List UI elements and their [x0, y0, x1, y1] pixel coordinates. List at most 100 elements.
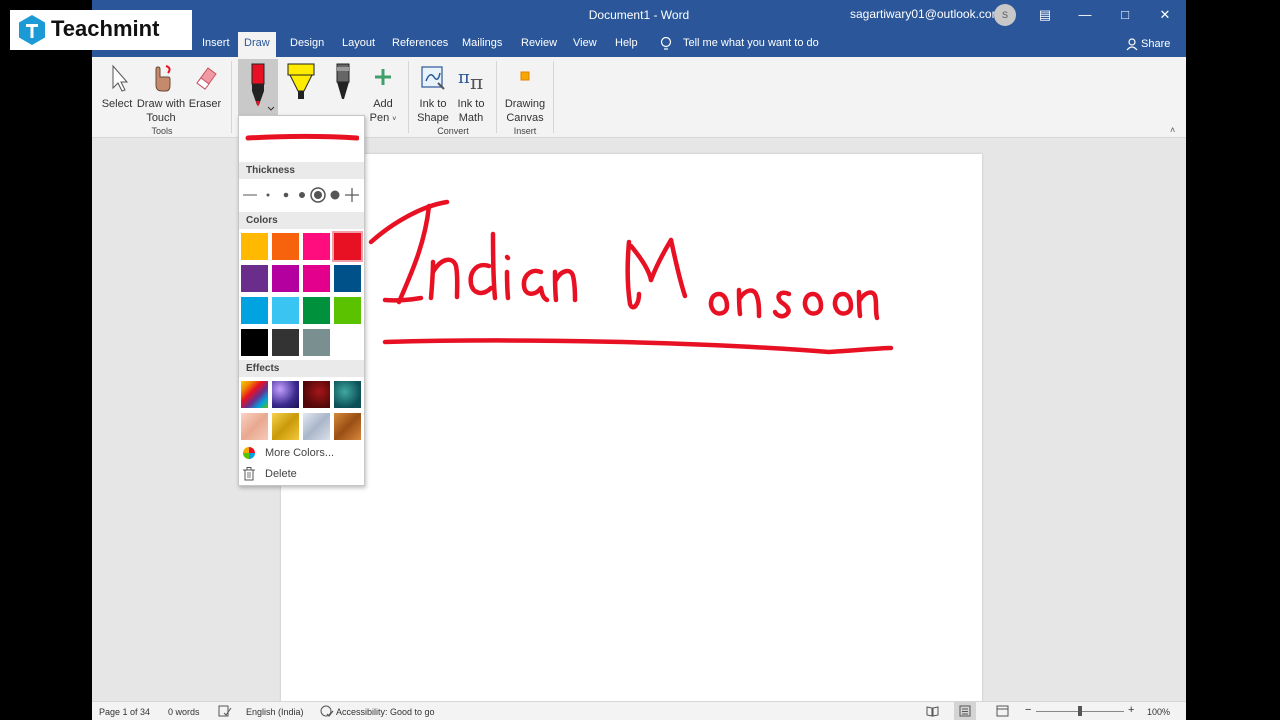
effect-rose-gold[interactable]	[241, 413, 268, 440]
minimize-icon[interactable]: —	[1076, 6, 1094, 24]
red-pen-icon	[251, 63, 275, 111]
print-layout-button[interactable]	[954, 702, 976, 720]
tab-design[interactable]: Design	[290, 37, 324, 49]
color-swatch[interactable]	[241, 233, 268, 260]
zoom-out-icon[interactable]: −	[1025, 704, 1031, 716]
pi-icon: π π	[458, 67, 483, 93]
thickness-options	[243, 187, 359, 203]
lightbulb-icon	[660, 37, 672, 50]
eraser-icon	[196, 67, 217, 90]
accessibility-icon[interactable]	[320, 705, 334, 718]
thickness-option-2[interactable]	[283, 192, 289, 198]
close-icon[interactable]: ✕	[1156, 6, 1174, 24]
select-button[interactable]: Select	[101, 63, 133, 111]
color-swatch[interactable]	[334, 297, 361, 324]
web-layout-icon[interactable]	[996, 705, 1009, 717]
tab-help[interactable]: Help	[615, 37, 638, 49]
color-swatch[interactable]	[303, 233, 330, 260]
drawing-canvas-icon	[520, 71, 530, 81]
effect-bronze[interactable]	[334, 413, 361, 440]
tab-insert[interactable]: Insert	[202, 37, 230, 49]
effect-lava[interactable]	[303, 381, 330, 408]
color-swatch[interactable]	[334, 265, 361, 292]
tell-me-search[interactable]: Tell me what you want to do	[683, 37, 819, 49]
effects-header: Effects	[239, 360, 364, 377]
effect-silver[interactable]	[303, 413, 330, 440]
color-swatch[interactable]	[332, 231, 363, 262]
effect-galaxy[interactable]	[272, 381, 299, 408]
title-bar: Document1 - Word sagartiwary01@outlook.c…	[92, 0, 1186, 32]
zoom-in-icon[interactable]: +	[1128, 704, 1134, 716]
add-pen-button[interactable]: Add Pen ˅	[366, 63, 400, 127]
yellow-highlighter-button[interactable]	[282, 59, 320, 107]
thickness-option-5[interactable]	[330, 190, 340, 200]
accessibility-status[interactable]: Accessibility: Good to go	[336, 707, 435, 717]
thickness-option-3[interactable]	[299, 192, 305, 198]
ink-to-shape-button[interactable]: Ink to Shape	[415, 63, 451, 125]
proofing-icon[interactable]	[218, 705, 232, 717]
draw-with-touch-button[interactable]: Draw with Touch	[136, 63, 186, 125]
effect-gold[interactable]	[272, 413, 299, 440]
ink-to-math-button[interactable]: π π Ink to Math	[453, 63, 489, 125]
handwriting-ink	[368, 199, 894, 355]
group-separator	[553, 61, 554, 133]
red-pen-button[interactable]	[238, 59, 278, 115]
ink-to-shape-icon	[421, 66, 445, 90]
eraser-button[interactable]: Eraser	[188, 63, 222, 111]
avatar[interactable]: S	[994, 4, 1016, 26]
color-swatch[interactable]	[272, 297, 299, 324]
thickness-selected-dot	[314, 191, 322, 199]
more-colors-menu-item[interactable]: More Colors...	[265, 447, 334, 459]
color-swatch[interactable]	[303, 329, 330, 356]
language[interactable]: English (India)	[246, 707, 304, 717]
document-page[interactable]	[281, 154, 982, 714]
tab-draw[interactable]: Draw	[238, 32, 276, 57]
colors-header: Colors	[239, 212, 364, 229]
color-swatch[interactable]	[241, 297, 268, 324]
drawing-canvas-button[interactable]: Drawing Canvas	[503, 63, 547, 125]
zoom-slider-thumb[interactable]	[1078, 706, 1082, 716]
dropdown-arrow-icon: ˅	[392, 116, 397, 123]
teachmint-logo-text: Teachmint	[51, 16, 160, 41]
color-swatch[interactable]	[241, 265, 268, 292]
effect-rainbow[interactable]	[241, 381, 268, 408]
share-button[interactable]: Share	[1141, 38, 1170, 50]
collapse-ribbon-icon[interactable]: ˄	[1170, 125, 1175, 135]
pencil-button[interactable]	[325, 59, 361, 107]
pen-stroke-preview	[245, 134, 359, 141]
color-swatch[interactable]	[272, 265, 299, 292]
convert-group-label: Convert	[437, 126, 469, 136]
color-swatch[interactable]	[303, 297, 330, 324]
account-name[interactable]: sagartiwary01@outlook.com	[850, 7, 1002, 21]
document-title: Document1 - Word	[588, 8, 690, 22]
thickness-option-1[interactable]	[266, 193, 270, 197]
color-swatch[interactable]	[334, 329, 361, 356]
color-swatch[interactable]	[272, 329, 299, 356]
teachmint-logo: Teachmint	[10, 10, 192, 50]
svg-text:π: π	[470, 70, 483, 93]
highlighter-icon	[287, 63, 315, 99]
tab-layout[interactable]: Layout	[342, 37, 375, 49]
color-swatch[interactable]	[241, 329, 268, 356]
tab-references[interactable]: References	[392, 37, 448, 49]
print-layout-icon	[959, 705, 971, 717]
tab-mailings[interactable]: Mailings	[462, 37, 502, 49]
tab-review[interactable]: Review	[521, 37, 557, 49]
word-count[interactable]: 0 words	[168, 707, 200, 717]
person-icon	[1126, 38, 1138, 51]
restore-icon[interactable]: □	[1116, 6, 1134, 24]
color-wheel-icon	[243, 447, 255, 459]
color-swatch[interactable]	[303, 265, 330, 292]
page-count[interactable]: Page 1 of 34	[99, 707, 150, 717]
tab-view[interactable]: View	[573, 37, 597, 49]
ribbon-tabs: Insert Draw Design Layout References Mai…	[92, 32, 1186, 57]
trash-icon	[243, 467, 255, 481]
insert-group-label: Insert	[513, 126, 537, 136]
pen-options-menu: Thickness Colors Effects More Colors... …	[238, 115, 365, 486]
color-swatch[interactable]	[272, 233, 299, 260]
read-mode-icon[interactable]	[926, 705, 939, 717]
effect-ocean[interactable]	[334, 381, 361, 408]
zoom-level[interactable]: 100%	[1147, 707, 1170, 717]
ribbon-display-options-icon[interactable]: ▤	[1036, 6, 1054, 24]
delete-pen-menu-item[interactable]: Delete	[265, 468, 297, 480]
